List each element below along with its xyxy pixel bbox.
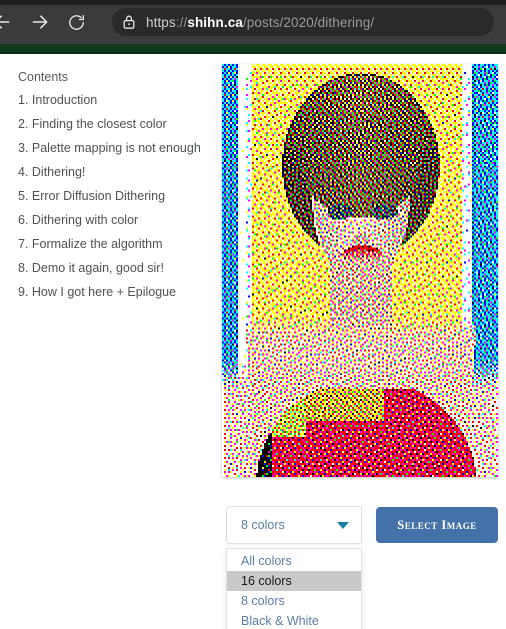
palette-select[interactable]: 8 colors [226,506,362,544]
arrow-left-icon [0,12,12,32]
select-image-button[interactable]: Select Image [376,507,498,543]
toc-item[interactable]: 4. Dithering! [18,166,218,179]
palette-select-value: 8 colors [241,518,337,532]
select-image-button-label: Select Image [397,518,476,533]
back-button[interactable] [0,8,16,36]
toc-item[interactable]: 1. Introduction [18,94,218,107]
toc-item[interactable]: 5. Error Diffusion Dithering [18,190,218,203]
dithered-portrait-image [222,64,498,477]
toc-item[interactable]: 9. How I got here + Epilogue [18,286,218,299]
url-text: https://shihn.ca/posts/2020/dithering/ [146,15,374,30]
table-of-contents: Contents 1. Introduction 2. Finding the c… [18,70,218,310]
toc-item[interactable]: 7. Formalize the algorithm [18,238,218,251]
url-separator: :// [176,15,188,30]
forward-button[interactable] [26,8,54,36]
toc-item[interactable]: 2. Finding the closest color [18,118,218,131]
palette-option[interactable]: All colors [227,551,361,571]
page-content: Contents 1. Introduction 2. Finding the c… [0,54,506,629]
palette-option[interactable]: 16 colors [227,571,361,591]
arrow-right-icon [30,12,50,32]
demo-controls: 8 colors All colors 16 colors 8 colors Blac… [222,506,502,626]
browser-window: https://shihn.ca/posts/2020/dithering/ C… [0,0,506,629]
reload-button[interactable] [62,8,90,36]
chevron-down-icon [337,522,349,529]
lock-icon [122,14,136,30]
palette-option-list[interactable]: All colors 16 colors 8 colors Black & White [226,548,362,629]
browser-toolbar: https://shihn.ca/posts/2020/dithering/ [0,0,506,44]
dither-canvas [222,64,498,477]
palette-option[interactable]: 8 colors [227,591,361,611]
toc-item[interactable]: 3. Palette mapping is not enough [18,142,218,155]
toc-item[interactable]: 6. Dithering with color [18,214,218,227]
address-bar[interactable]: https://shihn.ca/posts/2020/dithering/ [112,8,494,36]
reload-icon [67,13,86,32]
url-host: shihn.ca [187,15,243,30]
palette-option[interactable]: Black & White [227,611,361,629]
toc-item[interactable]: 8. Demo it again, good sir! [18,262,218,275]
url-scheme: https [146,15,176,30]
tab-strip-edge [0,0,506,5]
contents-title: Contents [18,70,218,84]
url-path: /posts/2020/dithering/ [243,15,374,30]
